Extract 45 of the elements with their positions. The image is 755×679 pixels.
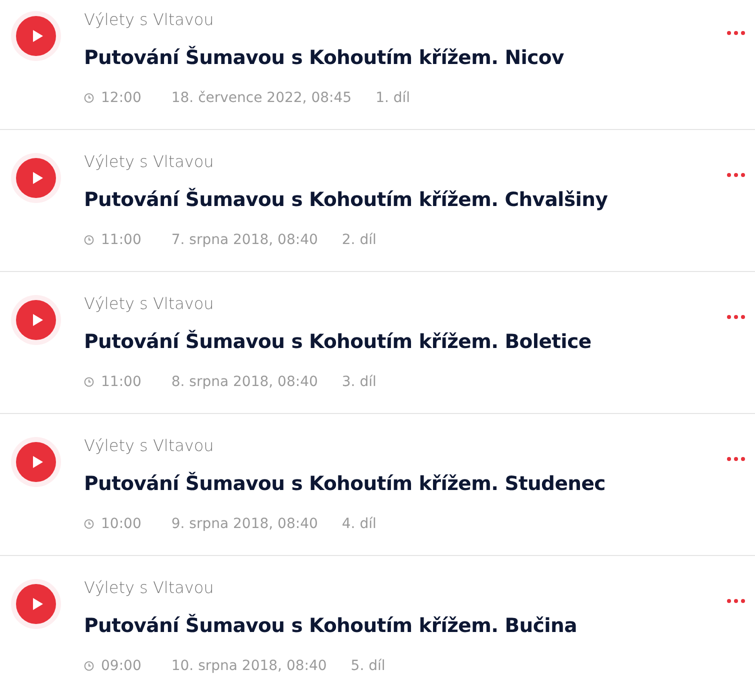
episode-number: 3. díl — [342, 373, 376, 392]
episode-title[interactable]: Putování Šumavou s Kohoutím křížem. Bučina — [84, 612, 723, 640]
episode-title[interactable]: Putování Šumavou s Kohoutím křížem. Nicov — [84, 44, 723, 72]
play-icon — [32, 171, 44, 185]
play-button[interactable] — [16, 442, 56, 482]
duration-text: 12:00 — [101, 89, 142, 108]
duration-text: 10:00 — [101, 515, 142, 534]
clock-icon — [84, 661, 94, 671]
date-text: 10. srpna 2018, 08:40 — [171, 657, 327, 676]
play-icon — [32, 597, 44, 611]
play-icon — [32, 313, 44, 327]
play-button[interactable] — [16, 300, 56, 340]
play-button[interactable] — [16, 16, 56, 56]
episode-number: 5. díl — [350, 657, 386, 676]
play-icon — [32, 29, 44, 43]
episode-title[interactable]: Putování Šumavou s Kohoutím křížem. Chvalšiny — [84, 186, 723, 214]
show-name[interactable]: Výlety s Vltavou — [84, 152, 723, 172]
more-icon — [727, 457, 745, 461]
duration-text: 11:00 — [101, 373, 142, 392]
more-icon — [727, 599, 745, 603]
duration-text: 09:00 — [101, 657, 142, 676]
date-text: 18. července 2022, 08:45 — [171, 89, 352, 108]
more-icon — [727, 31, 745, 35]
show-name[interactable]: Výlety s Vltavou — [84, 294, 723, 314]
episode-title[interactable]: Putování Šumavou s Kohoutím křížem. Studenec — [84, 470, 723, 498]
more-icon — [727, 173, 745, 177]
episode-number: 4. díl — [342, 515, 376, 534]
duration-text: 11:00 — [101, 231, 142, 250]
clock-icon — [84, 377, 94, 387]
clock-icon — [84, 235, 94, 245]
show-name[interactable]: Výlety s Vltavou — [84, 10, 723, 30]
play-button[interactable] — [16, 158, 56, 198]
play-icon — [32, 455, 44, 469]
show-name[interactable]: Výlety s Vltavou — [84, 436, 723, 456]
date-text: 7. srpna 2018, 08:40 — [171, 231, 318, 250]
episode-number: 2. díl — [342, 231, 376, 250]
clock-icon — [84, 93, 94, 103]
show-name[interactable]: Výlety s Vltavou — [84, 578, 723, 598]
more-icon — [727, 315, 745, 319]
clock-icon — [84, 519, 94, 529]
date-text: 8. srpna 2018, 08:40 — [171, 373, 318, 392]
date-text: 9. srpna 2018, 08:40 — [171, 515, 318, 534]
episode-title[interactable]: Putování Šumavou s Kohoutím křížem. Boletice — [84, 328, 723, 356]
episode-number: 1. díl — [376, 89, 410, 108]
play-button[interactable] — [16, 584, 56, 624]
